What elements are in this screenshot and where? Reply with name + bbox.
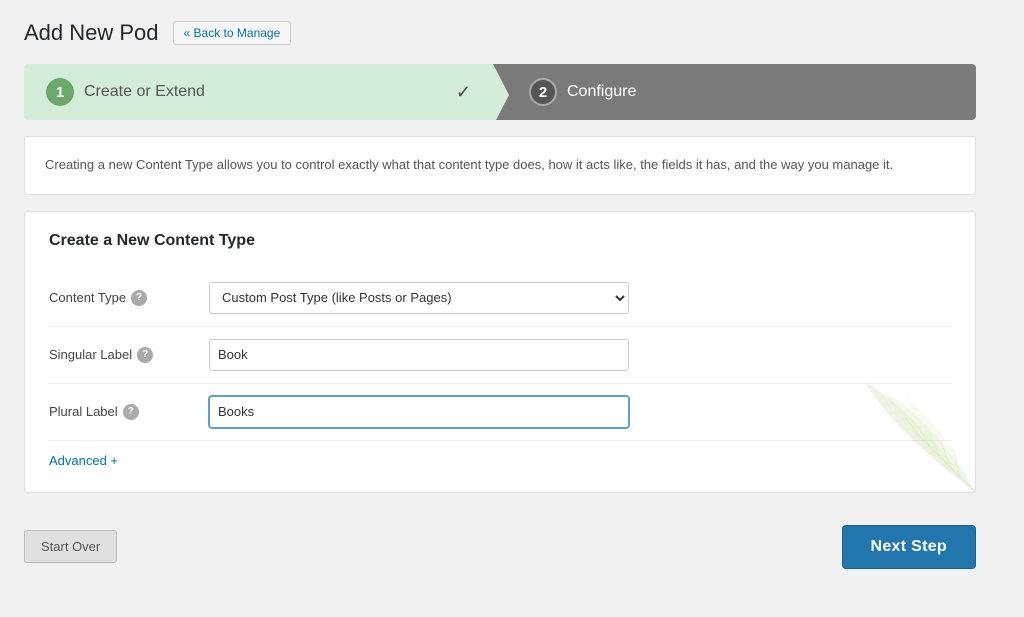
step-2-number: 2 [529,78,557,106]
plural-label-label: Plural Label ? [49,404,209,420]
step-1: 1 Create or Extend ✓ [24,64,493,120]
content-type-select[interactable]: Custom Post Type (like Posts or Pages) C… [209,282,629,314]
start-over-button[interactable]: Start Over [24,530,117,563]
step-1-number: 1 [46,78,74,106]
step-2-label: Configure [567,83,636,101]
plural-label-control [209,396,629,428]
singular-label-control [209,339,629,371]
content-type-control: Custom Post Type (like Posts or Pages) C… [209,282,629,314]
step-1-checkmark: ✓ [456,82,471,103]
singular-label-row: Singular Label ? [49,327,951,384]
description-box: Creating a new Content Type allows you t… [24,136,976,195]
steps-bar: 1 Create or Extend ✓ 2 Configure [24,64,976,120]
page-title: Add New Pod [24,20,159,46]
description-text: Creating a new Content Type allows you t… [45,155,955,176]
plural-label-row: Plural Label ? [49,384,951,441]
singular-label-input[interactable] [209,339,629,371]
step-2: 2 Configure [493,64,976,120]
back-to-manage-button[interactable]: « Back to Manage [173,21,292,45]
content-type-label: Content Type ? [49,290,209,306]
singular-label-label: Singular Label ? [49,347,209,363]
bottom-bar: Start Over Next Step [24,513,976,581]
advanced-link[interactable]: Advanced + [49,453,118,468]
next-step-button[interactable]: Next Step [842,525,977,569]
page-header: Add New Pod « Back to Manage [24,20,976,46]
step-1-label: Create or Extend [84,83,205,101]
singular-label-help-icon[interactable]: ? [137,347,153,363]
content-type-help-icon[interactable]: ? [131,290,147,306]
plural-label-help-icon[interactable]: ? [123,404,139,420]
content-type-row: Content Type ? Custom Post Type (like Po… [49,270,951,327]
form-card-title: Create a New Content Type [49,232,951,250]
plural-label-input[interactable] [209,396,629,428]
form-card: Create a New Content Type Content Type ?… [24,211,976,493]
